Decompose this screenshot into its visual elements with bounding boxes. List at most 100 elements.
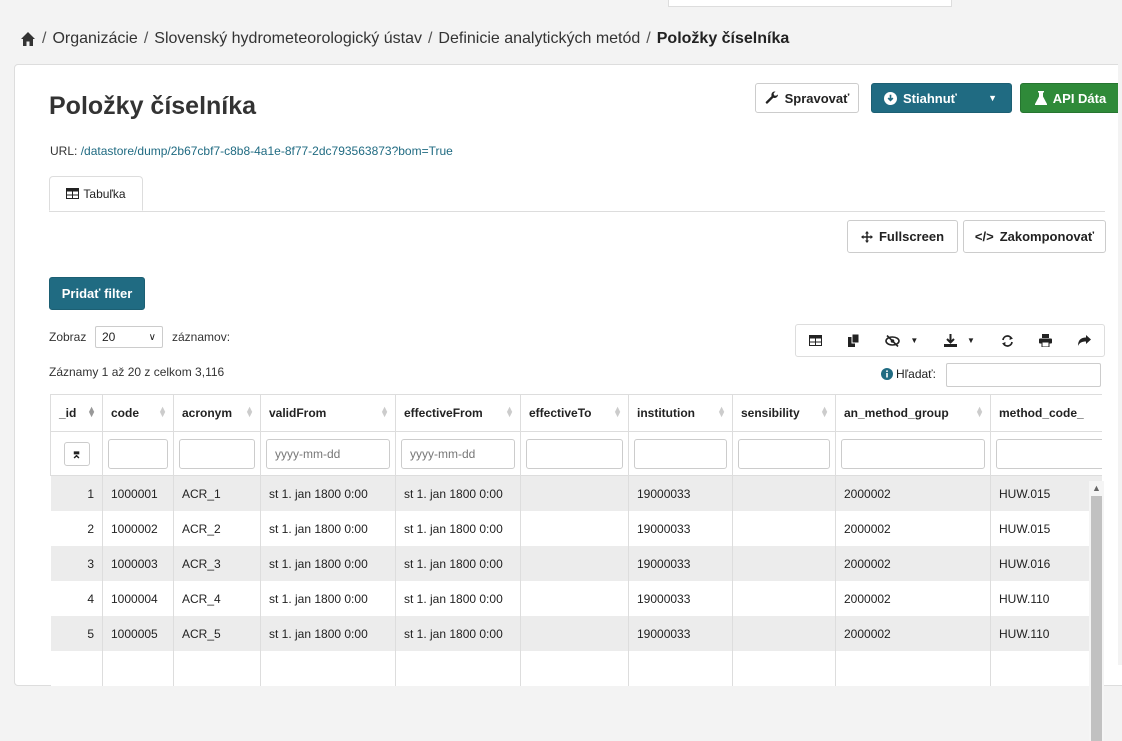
filter-input-effectivefrom[interactable]: yyyy-mm-dd xyxy=(401,438,515,469)
home-icon[interactable] xyxy=(20,31,36,47)
cell-institution xyxy=(628,651,733,686)
cell-effectiveto xyxy=(520,616,629,651)
page-length-select[interactable]: 20 ∨ xyxy=(95,326,163,348)
table-row[interactable]: 1 1000001 ACR_1 st 1. jan 1800 0:00 st 1… xyxy=(50,475,1102,511)
cell-sensibility xyxy=(732,475,836,511)
breadcrumb-organization[interactable]: Slovenský hydrometeorologický ústav xyxy=(154,30,422,48)
cell-effectiveto xyxy=(520,475,629,511)
cell-acronym: ACR_1 xyxy=(173,475,261,511)
cell-method-code: HUW.110 xyxy=(990,581,1102,616)
filter-input-method-code[interactable] xyxy=(996,438,1102,469)
column-header-acronym[interactable]: acronym ▲ ▼ xyxy=(173,394,261,432)
column-header-effectiveto[interactable]: effectiveTo ▲ ▼ xyxy=(520,394,629,432)
breadcrumb-organizations[interactable]: Organizácie xyxy=(52,30,137,48)
download-button[interactable]: Stiahnuť ▼ xyxy=(871,83,1012,113)
url-link[interactable]: /datastore/dump/2b67cbf7-c8b8-4a1e-8f77-… xyxy=(81,144,453,158)
filter-input-institution[interactable] xyxy=(634,438,727,469)
cell-institution: 19000033 xyxy=(628,511,733,546)
api-data-button[interactable]: API Dáta xyxy=(1020,83,1121,113)
cell-an-method-group: 2000002 xyxy=(835,511,991,546)
page-edge xyxy=(1118,0,1122,665)
caret-down-icon: ▼ xyxy=(910,336,919,345)
eye-slash-icon[interactable]: ▼ xyxy=(885,334,919,347)
table-scrollbar[interactable]: ▲ xyxy=(1089,481,1104,741)
column-header-code[interactable]: code ▲ ▼ xyxy=(102,394,174,432)
filter-input-an-method-group[interactable] xyxy=(841,438,985,469)
info-icon xyxy=(881,368,893,380)
cell-id: 5 xyxy=(50,616,103,651)
cell-validfrom: st 1. jan 1800 0:00 xyxy=(260,511,396,546)
column-header-method-code[interactable]: method_code_ xyxy=(990,394,1102,432)
column-header-validfrom[interactable]: validFrom ▲ ▼ xyxy=(260,394,396,432)
filter-cell xyxy=(173,431,261,476)
download-button-label: Stiahnuť xyxy=(903,90,957,106)
column-header-effectivefrom[interactable]: effectiveFrom ▲ ▼ xyxy=(395,394,521,432)
filter-input-validfrom[interactable]: yyyy-mm-dd xyxy=(266,438,390,469)
cell-validfrom: st 1. jan 1800 0:00 xyxy=(260,475,396,511)
search-input[interactable] xyxy=(946,363,1101,387)
column-title: code xyxy=(111,406,140,420)
cell-sensibility xyxy=(732,616,836,651)
table-row[interactable] xyxy=(50,651,1102,686)
data-table-wrapper: _id ▲ ▼ code ▲ ▼ acronym ▲ ▼ validFrom ▲ ▼ effec… xyxy=(50,394,1102,694)
length-prefix: Zobraz xyxy=(49,330,87,344)
filter-input-sensibility[interactable] xyxy=(738,438,830,469)
table-row[interactable]: 4 1000004 ACR_4 st 1. jan 1800 0:00 st 1… xyxy=(50,581,1102,616)
cell-method-code: HUW.015 xyxy=(990,511,1102,546)
breadcrumb-dataset[interactable]: Definicie analytických metód xyxy=(438,30,640,48)
copy-icon[interactable] xyxy=(847,334,860,347)
cell-method-code: HUW.110 xyxy=(990,616,1102,651)
tab-table[interactable]: Tabuľka xyxy=(49,176,143,211)
embed-button[interactable]: </> Zakomponovať xyxy=(963,220,1106,253)
column-title: acronym xyxy=(182,406,233,420)
breadcrumb-separator: / xyxy=(427,30,433,47)
table-row[interactable]: 5 1000005 ACR_5 st 1. jan 1800 0:00 st 1… xyxy=(50,616,1102,651)
cell-an-method-group: 2000002 xyxy=(835,581,991,616)
code-icon: </> xyxy=(974,229,994,244)
cell-institution: 19000033 xyxy=(628,616,733,651)
fullscreen-button[interactable]: Fullscreen xyxy=(847,220,958,253)
chevron-down-icon: ∨ xyxy=(148,331,156,343)
column-header-id[interactable]: _id ▲ ▼ xyxy=(50,394,103,432)
columns-icon[interactable] xyxy=(808,335,822,346)
cell-sensibility xyxy=(732,581,836,616)
column-title: an_method_group xyxy=(844,406,949,420)
filter-input-code[interactable] xyxy=(108,438,168,469)
filter-input-effectiveto[interactable] xyxy=(526,438,623,469)
cell-effectiveto xyxy=(520,581,629,616)
table-info: Záznamy 1 až 20 z celkom 3,116 xyxy=(49,365,225,379)
column-title: _id xyxy=(59,406,77,420)
table-row[interactable]: 3 1000003 ACR_3 st 1. jan 1800 0:00 st 1… xyxy=(50,546,1102,581)
cell-effectiveto xyxy=(520,651,629,686)
column-title: effectiveTo xyxy=(529,406,592,420)
cell-effectivefrom xyxy=(395,651,521,686)
cell-an-method-group: 2000002 xyxy=(835,546,991,581)
filter-cell xyxy=(732,431,836,476)
url-label: URL: xyxy=(50,144,78,158)
column-header-an-method-group[interactable]: an_method_group ▲ ▼ xyxy=(835,394,991,432)
cell-acronym: ACR_3 xyxy=(173,546,261,581)
filter-cell: yyyy-mm-dd xyxy=(395,431,521,476)
table-row[interactable]: 2 1000002 ACR_2 st 1. jan 1800 0:00 st 1… xyxy=(50,511,1102,546)
scrollbar-thumb[interactable] xyxy=(1091,496,1102,741)
cell-validfrom: st 1. jan 1800 0:00 xyxy=(260,616,396,651)
column-header-sensibility[interactable]: sensibility ▲ ▼ xyxy=(732,394,836,432)
refresh-icon[interactable] xyxy=(1001,334,1014,347)
scroll-up-icon[interactable]: ▲ xyxy=(1092,483,1101,493)
download-icon[interactable]: ▼ xyxy=(943,334,975,347)
column-title: method_code_ xyxy=(999,406,1084,420)
print-icon[interactable] xyxy=(1039,334,1053,347)
filter-input-acronym[interactable] xyxy=(179,438,255,469)
sort-icon: ▲ ▼ xyxy=(245,404,254,419)
cell-effectivefrom: st 1. jan 1800 0:00 xyxy=(395,511,521,546)
cell-validfrom: st 1. jan 1800 0:00 xyxy=(260,546,396,581)
caret-down-icon: ▼ xyxy=(966,336,975,345)
add-filter-button[interactable]: Pridať filter xyxy=(49,277,145,310)
column-header-institution[interactable]: institution ▲ ▼ xyxy=(628,394,733,432)
manage-button[interactable]: Spravovať xyxy=(755,83,859,113)
share-icon[interactable] xyxy=(1078,335,1092,346)
cell-acronym: ACR_5 xyxy=(173,616,261,651)
column-filter-icon[interactable]: ⌆ xyxy=(63,441,90,466)
length-suffix: záznamov: xyxy=(172,330,231,344)
caret-down-icon[interactable]: ▼ xyxy=(988,93,997,103)
